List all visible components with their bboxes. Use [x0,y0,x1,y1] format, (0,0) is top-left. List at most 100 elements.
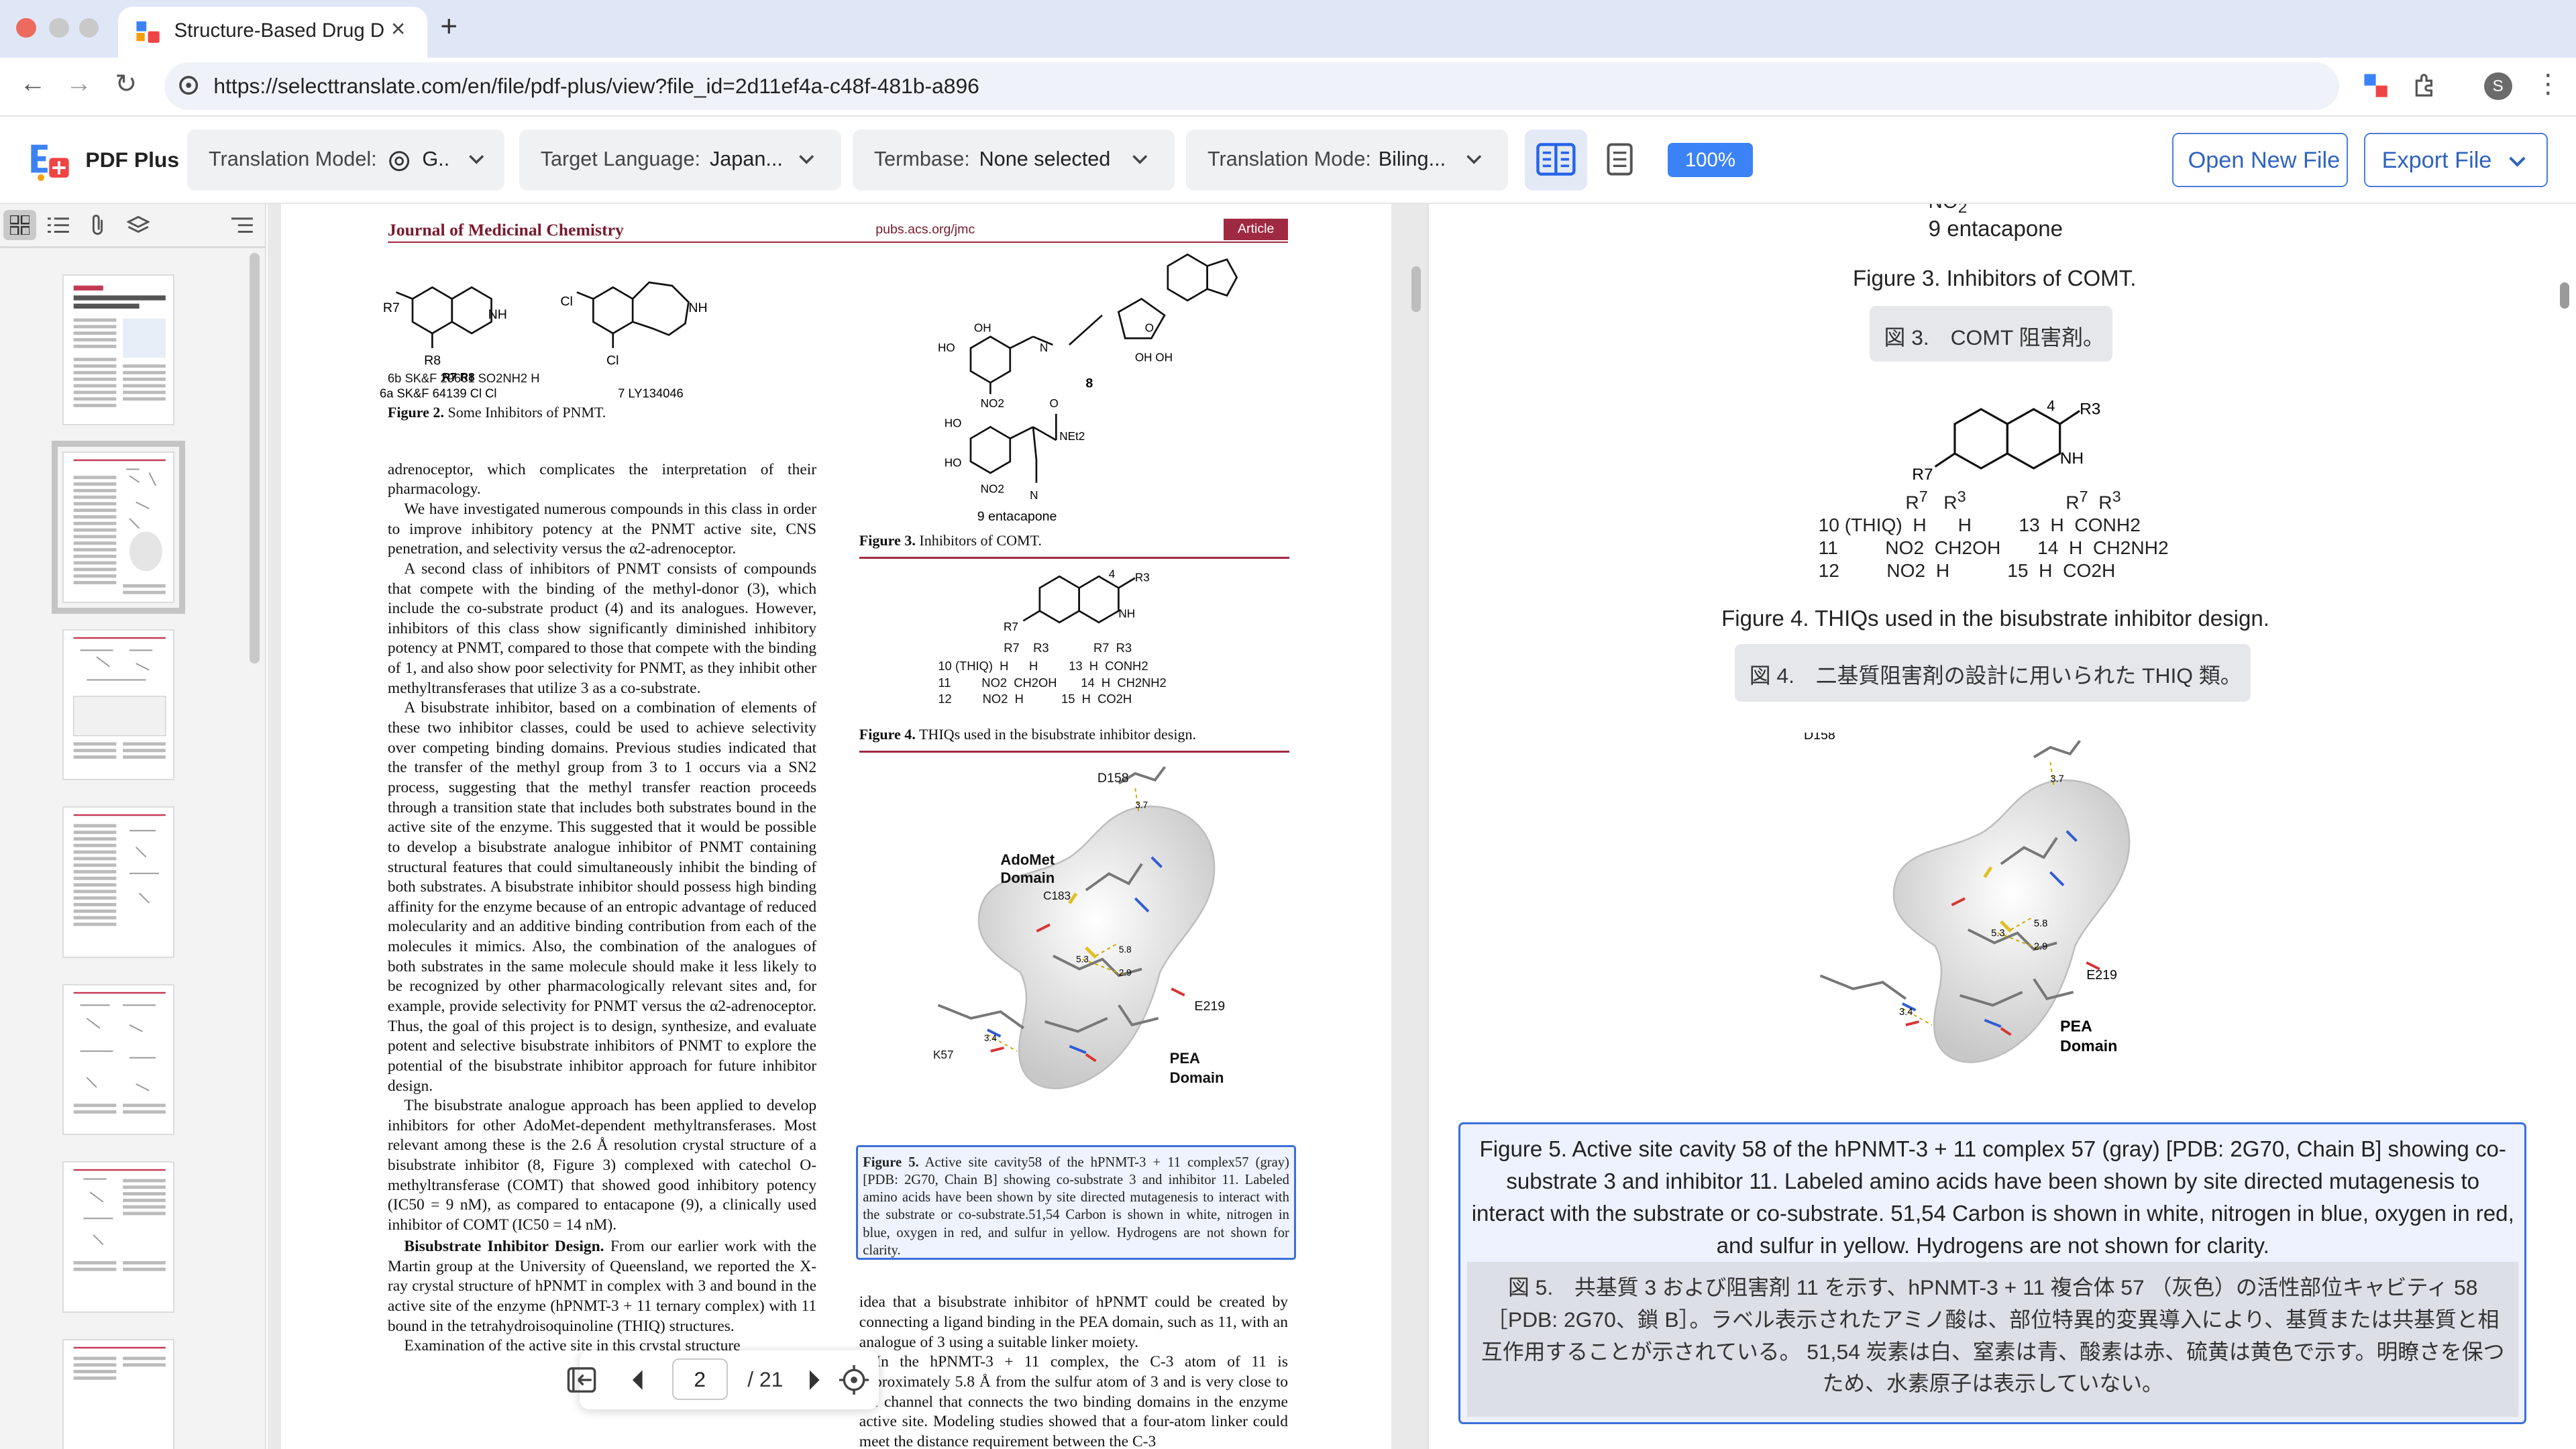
target-language-select[interactable]: Target Language: Japan... [519,129,841,191]
thumbnails-tab[interactable] [3,210,36,240]
translation-mode-select[interactable]: Translation Mode: Biling... [1186,129,1509,191]
reload-icon[interactable]: ↻ [115,69,137,99]
translation-mode-value: Biling... [1378,148,1446,171]
translation-model-select[interactable]: Translation Model: G.. [187,129,504,191]
page-thumbnail-3[interactable] [62,629,174,781]
locate-icon[interactable] [839,1365,869,1395]
sidebar-scrollbar[interactable] [250,253,260,664]
open-new-file-button[interactable]: Open New File [2171,133,2348,188]
prev-page-icon[interactable] [629,1368,645,1391]
figure-3-caption-text: Inhibitors of COMT. [919,532,1042,549]
r8-label: R8 [424,354,441,368]
export-file-button[interactable]: Export File [2364,133,2548,188]
page-thumbnail-image [73,1169,166,1272]
compound-6a: 6a SK&F 64139 Cl Cl [380,386,497,398]
distance-2-9: 2.9 [1119,968,1132,978]
tab-close-icon[interactable]: × [391,15,405,43]
thiq-row-10: 10 (THIQ) H H 13 H CONH2 [938,659,1148,674]
page-thumbnail-7[interactable] [62,1338,174,1449]
figure-3-structures: OH HO NO2 N O OH OH NH2 8 HO HO NO2 NEt2… [938,250,1238,524]
chevron-down-icon [2509,156,2526,167]
residue-c183: C183 [1043,888,1071,902]
figure-5-en-caption: Figure 5. Active site cavity 58 of the h… [1471,1137,2514,1258]
thiq-row-11: 11 NO2 CH2OH 14 H CH2NH2 [938,675,1167,690]
paragraph-1: adrenoceptor, which complicates the inte… [387,460,817,498]
pea-domain-label-large: Domain [2060,1037,2117,1055]
svg-text:NO2: NO2 [981,396,1004,410]
sidebar-toggle-icon[interactable] [567,1365,596,1395]
svg-text:NH: NH [1119,607,1136,621]
back-arrow-icon[interactable]: ← [19,69,46,99]
browser-menu-icon[interactable]: ⋮ [2535,69,2561,99]
next-page-icon[interactable] [806,1368,822,1391]
figure-3-jp-caption[interactable]: 図 3. COMT 阻害剤。 [1869,305,2112,362]
svg-text:NEt2: NEt2 [1060,429,1085,443]
translation-model-label: Translation Model: [209,148,377,171]
new-tab-icon[interactable]: + [440,10,458,44]
termbase-select[interactable]: Termbase: None selected [853,129,1175,191]
svg-text:OH: OH [974,321,991,335]
sidebar-toolbar [0,204,266,247]
single-view-button[interactable] [1589,129,1651,191]
cl-label-2: Cl [606,354,619,368]
page-thumbnail-image [73,814,166,926]
left-pane-scrollbar[interactable] [1411,266,1421,313]
compound-8: 8 [1086,376,1093,391]
svg-text:R7: R7 [1912,466,1933,484]
site-info-icon[interactable] [177,74,200,97]
page-thumbnail-6[interactable] [62,1161,174,1313]
figure-4-jp-caption[interactable]: 図 4. 二基質阻害剤の設計に用いられた THIQ 類。 [1734,644,2251,702]
thumbnail-sidebar [0,203,266,1449]
right-pane-scrollbar[interactable] [2559,282,2570,309]
figure-5-caption-text: Active site cavity58 of the hPNMT-3 + 11… [863,1155,1289,1258]
svg-text:O: O [1145,321,1154,335]
figure-5-caption-selected[interactable]: Figure 5. Active site cavity58 of the hP… [855,1144,1297,1260]
chevron-down-icon [469,155,484,164]
page-thumbnail-1[interactable] [62,274,174,426]
paragraph-5: The bisubstrate analogue approach has be… [387,1097,817,1234]
page-thumbnail-4[interactable] [62,806,174,958]
page-number-input[interactable]: 2 [672,1358,728,1400]
journal-url[interactable]: pubs.acs.org/jmc [875,222,975,237]
forward-arrow-icon[interactable]: → [66,69,92,99]
open-new-file-label: Open New File [2188,147,2341,173]
bilingual-view-button[interactable] [1524,129,1587,191]
residue-k57: K57 [933,1048,954,1062]
page-thumbnail-5[interactable] [62,983,174,1136]
figure-5-translation-block[interactable]: Figure 5. Active site cavity 58 of the h… [1458,1122,2527,1425]
extensions-puzzle-icon[interactable] [2412,72,2438,99]
distance-5-3-large: 5.3 [1991,928,2004,939]
attachments-tab[interactable] [82,210,115,239]
outline-tab[interactable] [43,210,76,239]
layers-icon [126,215,150,233]
paragraph-8: idea that a bisubstrate inhibitor of hPN… [859,1293,1288,1351]
cl-label-1: Cl [560,294,573,309]
url-text[interactable]: https://selecttranslate.com/en/file/pdf-… [213,74,979,99]
figure-2-caption-text: Some Inhibitors of PNMT. [447,404,606,421]
target-language-label: Target Language: [540,148,700,171]
omnibox[interactable]: https://selecttranslate.com/en/file/pdf-… [164,62,2340,111]
window-minimize-button[interactable] [49,17,69,38]
profile-avatar[interactable]: S [2483,72,2512,101]
figure-4-structure: R7 R3 4 NH [1004,568,1150,633]
article-tag: Article [1224,218,1288,240]
translation-model-value: G.. [422,148,450,171]
browser-tab-active[interactable]: Structure-Based Drug Design × [118,6,427,58]
sidebar-options-tab[interactable] [227,210,260,239]
window-zoom-button[interactable] [78,17,99,38]
residue-e219: E219 [1194,998,1226,1014]
distance-5-3: 5.3 [1076,955,1089,965]
layers-tab[interactable] [121,210,154,239]
zoom-level-badge[interactable]: 100% [1667,143,1754,178]
svg-text:HO: HO [945,417,962,430]
page-thumbnail-2[interactable] [51,441,185,614]
figure-5-active-site-image-large: D158 AdoMet Domain C183 E219 K57 PEA Dom… [1804,733,2130,1063]
svg-text:NH: NH [2060,449,2084,468]
figure-5-jp-caption: 図 5. 共基質 3 および阻害剤 11 を示す、hPNMT-3 + 11 複合… [1467,1262,2519,1417]
browser-tab-bar: Structure-Based Drug Design × + [0,0,2576,58]
translate-extension-icon[interactable] [2363,72,2389,99]
figure-2-caption: Figure 2. Some Inhibitors of PNMT. [388,404,606,421]
svg-text:R3: R3 [1135,571,1150,584]
window-close-button[interactable] [16,17,36,38]
chevron-down-icon [799,155,814,164]
